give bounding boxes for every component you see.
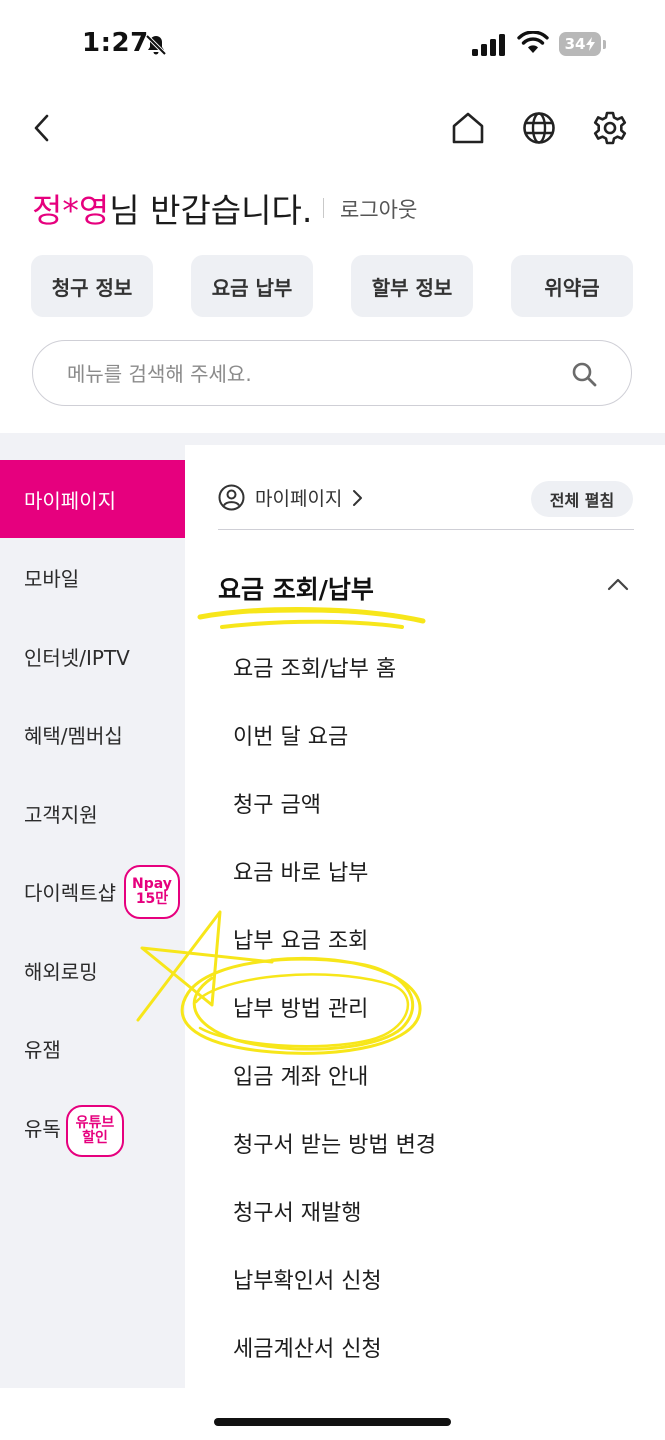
divider: [323, 198, 324, 218]
home-button[interactable]: [444, 104, 492, 152]
home-indicator: [214, 1418, 451, 1426]
section-title[interactable]: 요금 조회/납부: [218, 570, 374, 606]
sidebar-item-label: 다이렉트샵: [24, 880, 116, 905]
expand-all-button[interactable]: 전체 펼침: [531, 481, 633, 517]
wifi-icon: [517, 31, 549, 53]
search-box: [32, 340, 632, 406]
sidebar-item-internet-iptv[interactable]: 인터넷/IPTV: [0, 617, 185, 695]
search-icon[interactable]: [571, 361, 597, 387]
sidebar-item-ujam[interactable]: 유잼: [0, 1009, 185, 1087]
settings-button[interactable]: [586, 104, 634, 152]
installment-info-button[interactable]: 할부 정보: [351, 255, 473, 317]
breadcrumb[interactable]: 마이페이지: [218, 484, 363, 511]
menu-item-bill-delivery-change[interactable]: 청구서 받는 방법 변경: [233, 1127, 436, 1159]
menu-item-payment-certificate[interactable]: 납부확인서 신청: [233, 1263, 382, 1295]
badge-line: 할인: [82, 1130, 108, 1146]
menu-item-billed-amount[interactable]: 청구 금액: [233, 787, 321, 819]
gear-icon: [593, 111, 627, 145]
youtube-discount-badge: 유튜브 할인: [66, 1105, 124, 1157]
npay-promo-badge: Npay 15만: [124, 865, 180, 919]
sidebar-item-label: 마이페이지: [24, 488, 116, 513]
greeting-text: 정*영님 반갑습니다.: [32, 184, 312, 232]
sidebar-item-label: 인터넷/IPTV: [24, 645, 130, 670]
sidebar-item-label: 혜택/멤버십: [24, 723, 123, 748]
bell-muted-icon: [145, 34, 167, 56]
sidebar-item-label: 해외로밍: [24, 959, 98, 984]
sidebar-item-label: 유독: [24, 1116, 61, 1141]
home-icon: [452, 112, 484, 144]
back-button[interactable]: [18, 104, 66, 152]
sidebar-item-support[interactable]: 고객지원: [0, 774, 185, 852]
status-time: 1:27: [82, 28, 149, 58]
battery-level: 34: [564, 35, 586, 53]
penalty-fee-button[interactable]: 위약금: [511, 255, 633, 317]
language-button[interactable]: [515, 104, 563, 152]
sidebar-item-label: 유잼: [24, 1037, 61, 1062]
battery-indicator: 34: [559, 32, 601, 56]
globe-icon: [523, 112, 555, 144]
header-divider: [218, 529, 634, 530]
breadcrumb-label: 마이페이지: [255, 488, 343, 510]
chevron-up-icon[interactable]: [606, 576, 630, 592]
menu-item-pay-now[interactable]: 요금 바로 납부: [233, 855, 368, 887]
menu-item-bill-reissue[interactable]: 청구서 재발행: [233, 1195, 361, 1227]
badge-line: 유튜브: [75, 1115, 115, 1132]
pay-bill-button[interactable]: 요금 납부: [191, 255, 313, 317]
logout-link[interactable]: 로그아웃: [340, 194, 417, 224]
sidebar-item-mypage[interactable]: 마이페이지: [0, 460, 185, 538]
greeting-suffix: 님 반갑습니다.: [109, 191, 313, 230]
sidebar-item-roaming[interactable]: 해외로밍: [0, 931, 185, 1009]
menu-item-tax-invoice[interactable]: 세금계산서 신청: [233, 1331, 382, 1363]
sidebar-item-label: 모바일: [24, 566, 80, 591]
sidebar-item-label: 고객지원: [24, 802, 98, 827]
chevron-right-icon: [353, 489, 363, 506]
charging-bolt-icon: [586, 37, 596, 51]
cellular-signal-icon: [472, 34, 505, 56]
search-input[interactable]: [65, 341, 569, 406]
sidebar-item-mobile[interactable]: 모바일: [0, 538, 185, 616]
menu-item-payment-method[interactable]: 납부 방법 관리: [233, 991, 368, 1023]
menu-item-billing-home[interactable]: 요금 조회/납부 홈: [233, 651, 396, 683]
battery-tip: [603, 40, 606, 49]
menu-item-payment-history[interactable]: 납부 요금 조회: [233, 923, 368, 955]
menu-item-this-month-fee[interactable]: 이번 달 요금: [233, 719, 348, 751]
user-name: 정*영: [32, 191, 110, 230]
badge-line: 15만: [135, 891, 169, 907]
user-circle-icon: [218, 484, 245, 511]
sidebar-item-benefits[interactable]: 혜택/멤버십: [0, 695, 185, 773]
billing-info-button[interactable]: 청구 정보: [31, 255, 153, 317]
menu-item-deposit-account[interactable]: 입금 계좌 안내: [233, 1059, 368, 1091]
badge-line: Npay: [132, 876, 172, 893]
chevron-left-icon: [34, 114, 49, 142]
